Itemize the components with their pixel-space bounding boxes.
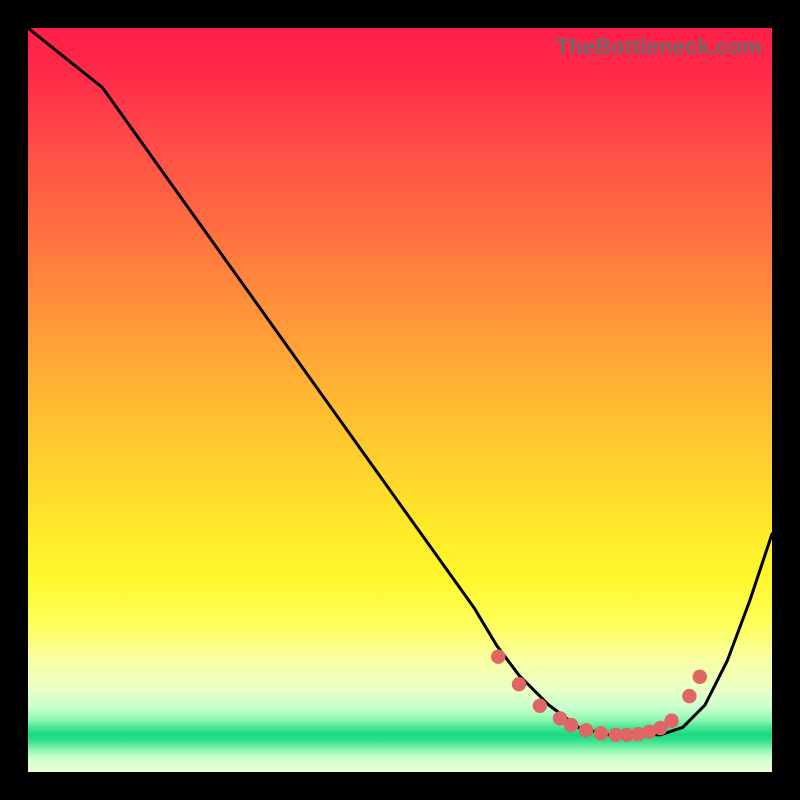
highlight-dot [512,677,526,691]
highlight-dots-group [491,650,707,743]
bottleneck-curve [28,28,772,735]
highlight-dot [682,689,696,703]
highlight-dot [564,718,578,732]
highlight-dot [693,670,707,684]
highlight-dot [594,726,608,740]
chart-frame: TheBottleneck.com [28,28,772,772]
highlight-dot [491,650,505,664]
chart-svg [28,28,772,772]
highlight-dot [579,723,593,737]
highlight-dot [533,699,547,713]
highlight-dot [664,714,678,728]
